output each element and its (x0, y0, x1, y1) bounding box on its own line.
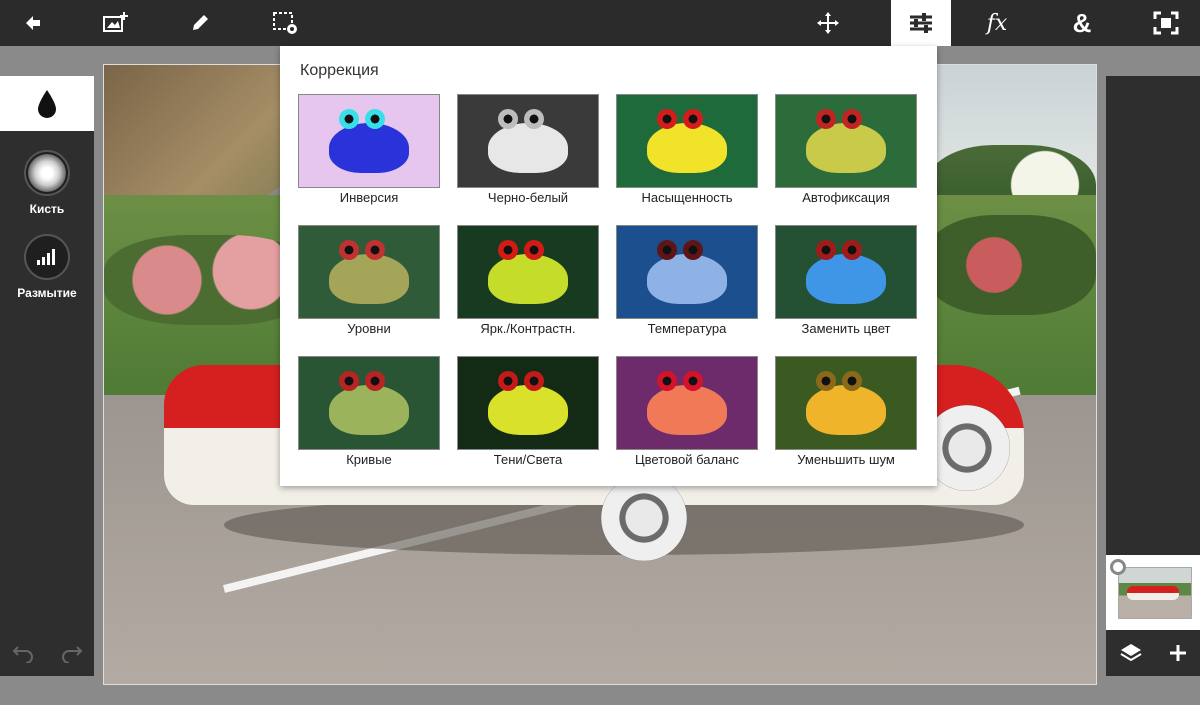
correction-thumbnail (616, 356, 758, 450)
correction-label: Тени/Света (493, 452, 563, 467)
fx-icon[interactable]: fx (967, 0, 1027, 46)
back-arrow-icon[interactable] (3, 0, 63, 46)
correction-label: Температура (647, 321, 727, 336)
fit-screen-icon[interactable] (1136, 0, 1196, 46)
correction-autofix[interactable]: Автофиксация (775, 94, 917, 210)
correction-curves[interactable]: Кривые (298, 356, 440, 472)
correction-thumbnail (457, 225, 599, 319)
popup-title: Коррекция (300, 62, 379, 79)
ampersand-label: & (1072, 7, 1092, 38)
undo-icon[interactable] (12, 643, 36, 663)
correction-popup: Коррекция Инверсия Черно-белый Насыщенност… (280, 46, 937, 486)
layer-thumbnail[interactable] (1106, 555, 1200, 630)
correction-label: Заменить цвет (801, 321, 891, 336)
adjustments-icon[interactable] (891, 0, 951, 46)
blur-label: Размытие (17, 286, 77, 300)
correction-brightness-contrast[interactable]: Ярк./Контрастн. (457, 225, 599, 341)
correction-thumbnail (298, 94, 440, 188)
brush-tool[interactable] (24, 150, 70, 196)
correction-saturation[interactable]: Насыщенность (616, 94, 758, 210)
selection-settings-icon[interactable] (255, 0, 315, 46)
correction-label: Уровни (347, 321, 391, 336)
correction-label: Черно-белый (487, 190, 569, 205)
blur-bars-icon (37, 249, 55, 265)
correction-thumbnail (298, 225, 440, 319)
correction-thumbnail (457, 356, 599, 450)
brush-label: Кисть (29, 202, 65, 216)
left-tool-panel: Кисть Размытие (0, 76, 94, 676)
correction-thumbnail (616, 225, 758, 319)
correction-color-balance[interactable]: Цветовой баланс (616, 356, 758, 472)
canvas-flowers-right (926, 215, 1096, 315)
correction-thumbnail (298, 356, 440, 450)
layers-icon[interactable] (1119, 641, 1143, 665)
correction-label: Уменьшить шум (797, 452, 895, 467)
top-toolbar: fx & (0, 0, 1200, 46)
correction-label: Инверсия (339, 190, 399, 205)
move-icon[interactable] (798, 0, 858, 46)
pencil-icon[interactable] (170, 0, 230, 46)
correction-temperature[interactable]: Температура (616, 225, 758, 341)
ampersand-icon[interactable]: & (1052, 0, 1112, 46)
correction-levels[interactable]: Уровни (298, 225, 440, 341)
drop-icon (38, 89, 56, 118)
correction-inversion[interactable]: Инверсия (298, 94, 440, 210)
correction-label: Автофиксация (802, 190, 890, 205)
correction-replace-color[interactable]: Заменить цвет (775, 225, 917, 341)
layer-preview (1118, 567, 1192, 619)
add-image-icon[interactable] (86, 0, 146, 46)
layer-actions (1106, 630, 1200, 676)
correction-black-white[interactable]: Черно-белый (457, 94, 599, 210)
correction-thumbnail (775, 94, 917, 188)
blur-tool[interactable] (24, 234, 70, 280)
correction-label: Ярк./Контрастн. (480, 321, 576, 336)
correction-label: Цветовой баланс (635, 452, 739, 467)
correction-label: Насыщенность (641, 190, 733, 205)
brush-icon (28, 154, 66, 192)
drop-tool[interactable] (0, 76, 94, 131)
correction-thumbnail (775, 356, 917, 450)
redo-icon[interactable] (59, 643, 83, 663)
correction-thumbnail (457, 94, 599, 188)
correction-thumbnail (616, 94, 758, 188)
layer-selector-dot[interactable] (1110, 559, 1126, 575)
canvas-wheel-rear (601, 475, 687, 561)
plus-icon[interactable] (1168, 643, 1188, 663)
correction-reduce-noise[interactable]: Уменьшить шум (775, 356, 917, 472)
fx-label: fx (986, 10, 1008, 36)
correction-shadows-highlights[interactable]: Тени/Света (457, 356, 599, 472)
correction-label: Кривые (346, 452, 392, 467)
undo-redo-bar (0, 630, 94, 676)
correction-thumbnail (775, 225, 917, 319)
